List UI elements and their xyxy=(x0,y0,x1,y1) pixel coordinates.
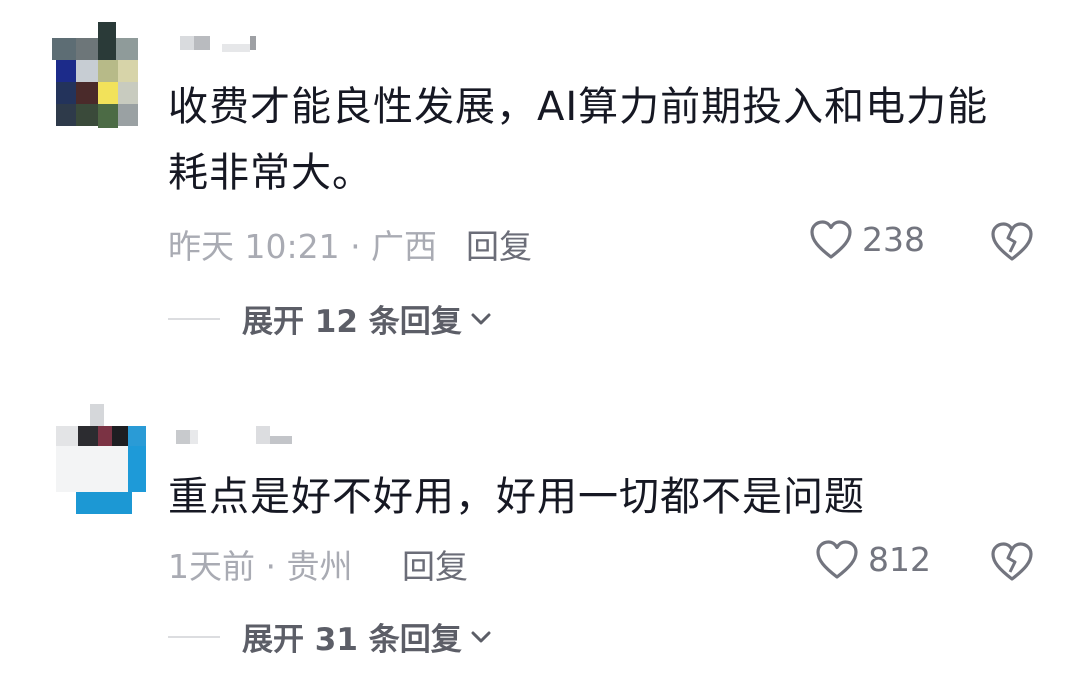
expand-replies-label: 展开 31 条回复 xyxy=(242,622,462,658)
comment-text: 重点是好不好用，好用一切都不是问题 xyxy=(168,474,865,520)
heart-outline-icon xyxy=(816,540,858,579)
dislike-button[interactable] xyxy=(990,540,1034,586)
broken-heart-icon xyxy=(991,222,1033,261)
reply-button[interactable]: 回复 xyxy=(402,540,468,588)
username-blurred[interactable] xyxy=(176,426,296,448)
avatar[interactable] xyxy=(56,404,152,514)
expand-replies-label: 展开 12 条回复 xyxy=(242,304,462,340)
expand-replies-button[interactable]: 展开 31 条回复 xyxy=(168,614,492,659)
like-count: 238 xyxy=(862,219,925,259)
dislike-button[interactable] xyxy=(990,220,1034,266)
comment-text: 收费才能良性发展，AI算力前期投入和电力能耗非常大。 xyxy=(168,84,989,196)
like-button[interactable]: 238 xyxy=(808,218,925,260)
comment-item: 重点是好不好用，好用一切都不是问题 1天前 · 贵州 回复 812 展开 31 … xyxy=(0,360,1080,693)
like-button[interactable]: 812 xyxy=(814,538,931,580)
comment-meta: 1天前 · 贵州 xyxy=(168,547,353,586)
heart-outline-icon xyxy=(810,220,852,259)
broken-heart-icon xyxy=(991,542,1033,581)
chevron-down-icon xyxy=(471,631,491,642)
expand-replies-button[interactable]: 展开 12 条回复 xyxy=(168,296,492,341)
divider-line xyxy=(168,317,220,320)
comment-meta: 昨天 10:21 · 广西 xyxy=(168,227,438,266)
avatar[interactable] xyxy=(52,18,148,128)
divider-line xyxy=(168,635,220,638)
comment-item: 收费才能良性发展，AI算力前期投入和电力能耗非常大。 昨天 10:21 · 广西… xyxy=(0,0,1080,360)
like-count: 812 xyxy=(868,539,931,579)
reply-button[interactable]: 回复 xyxy=(466,220,532,268)
username-blurred[interactable] xyxy=(176,36,296,58)
chevron-down-icon xyxy=(471,313,491,324)
